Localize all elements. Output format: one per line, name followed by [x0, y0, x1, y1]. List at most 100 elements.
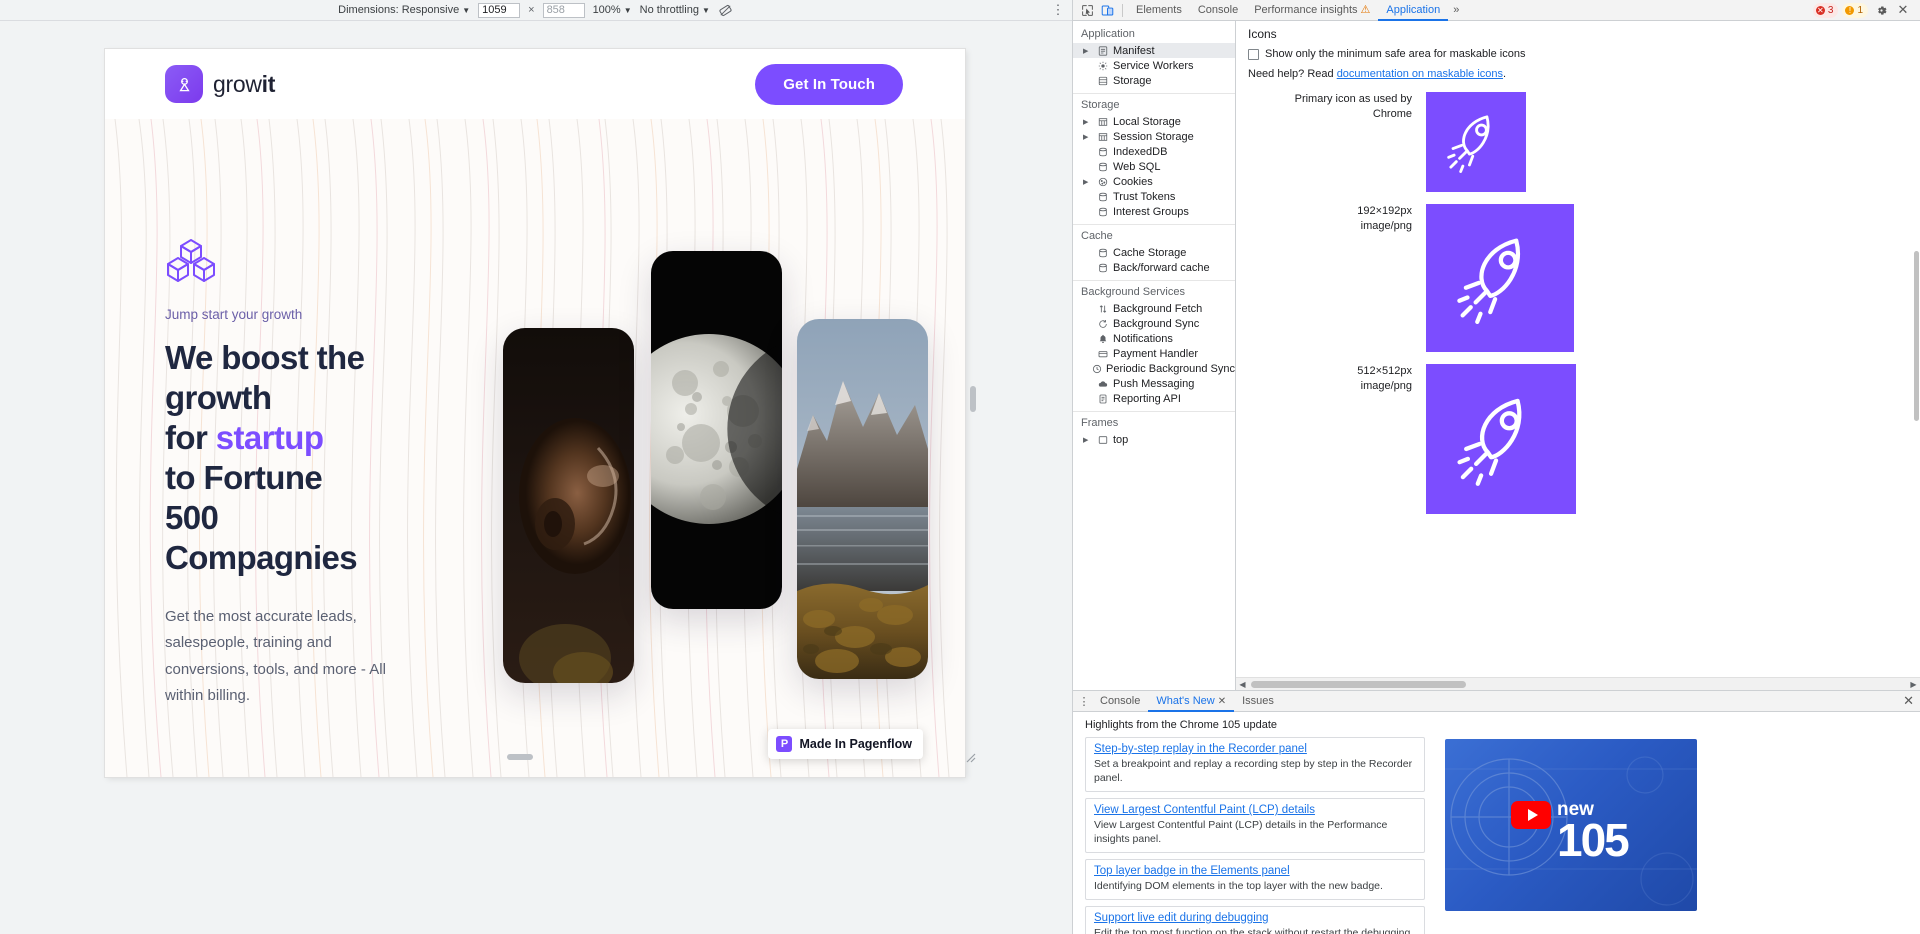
maskable-safe-area-checkbox[interactable]	[1248, 48, 1259, 60]
sidebar-item-push-messaging[interactable]: Push Messaging	[1073, 376, 1235, 391]
drawer-tab-issues[interactable]: Issues	[1234, 691, 1282, 712]
sidebar-section-cache: Cache Cache Storage Back/forward cache	[1073, 225, 1235, 275]
whats-new-card-title[interactable]: Support live edit during debugging	[1094, 912, 1416, 924]
dimensions-dropdown[interactable]: Dimensions: Responsive ▼	[338, 4, 470, 16]
more-vertical-icon[interactable]: ⋮	[1076, 695, 1092, 708]
chevron-right-icon[interactable]: ▶	[1083, 133, 1092, 141]
icon-entry-512: 512×512px image/png	[1248, 364, 1912, 514]
sidebar-item-session-storage[interactable]: ▶ Session Storage	[1073, 129, 1235, 144]
whats-new-card-desc: Edit the top most function on the stack …	[1094, 927, 1414, 934]
brand-name: growit	[213, 71, 275, 98]
panel-horizontal-scroll-thumb[interactable]	[1251, 680, 1466, 688]
sidebar-item-background-sync[interactable]: Background Sync	[1073, 316, 1235, 331]
whats-new-card-title[interactable]: Top layer badge in the Elements panel	[1094, 865, 1416, 877]
sidebar-item-manifest[interactable]: ▶ Manifest	[1073, 43, 1235, 58]
sidebar-item-web-sql[interactable]: Web SQL	[1073, 159, 1235, 174]
rotate-icon[interactable]	[718, 2, 734, 18]
panel-vertical-scroll-thumb[interactable]	[1914, 251, 1919, 421]
made-in-pagenflow-badge[interactable]: P Made In Pagenflow	[768, 729, 923, 759]
hero-headline: We boost the growth for startup to Fortu…	[165, 338, 495, 578]
viewport-corner-resize-handle[interactable]	[966, 752, 976, 763]
scroll-left-icon[interactable]: ◀	[1236, 680, 1249, 689]
maskable-icons-doc-link[interactable]: documentation on maskable icons	[1337, 68, 1503, 80]
scroll-right-icon[interactable]: ▶	[1907, 680, 1920, 689]
drawer-close-button[interactable]: ✕	[1903, 693, 1920, 709]
maskable-safe-area-checkbox-row[interactable]: Show only the minimum safe area for mask…	[1248, 48, 1912, 60]
rocket-icon	[1426, 92, 1526, 192]
whats-new-card-title[interactable]: View Largest Contentful Paint (LCP) deta…	[1094, 804, 1416, 816]
get-in-touch-button[interactable]: Get In Touch	[755, 63, 903, 105]
updown-arrow-icon	[1096, 304, 1109, 314]
throttling-dropdown[interactable]: No throttling ▼	[640, 4, 710, 16]
sidebar-item-local-storage[interactable]: ▶ Local Storage	[1073, 114, 1235, 129]
drawer-tab-whats-new[interactable]: What's New ✕	[1148, 691, 1234, 712]
close-icon[interactable]: ✕	[1894, 1, 1912, 19]
panel-horizontal-scrollbar[interactable]: ◀ ▶	[1236, 677, 1920, 690]
gear-icon[interactable]	[1872, 1, 1890, 19]
whats-new-video-thumbnail[interactable]: new 105	[1445, 739, 1697, 911]
error-count-badge[interactable]: ✕ 3	[1812, 2, 1839, 18]
drawer-tab-console[interactable]: Console	[1092, 691, 1148, 712]
sidebar-item-cache-storage[interactable]: Cache Storage	[1073, 245, 1235, 260]
warning-icon: ⚠	[1360, 3, 1371, 16]
chevron-right-icon[interactable]: ▶	[1083, 178, 1092, 186]
application-sidebar: Application ▶ Manifest Service Workers S…	[1073, 21, 1236, 690]
more-tabs-icon[interactable]: »	[1448, 4, 1464, 16]
zoom-label: 100%	[592, 4, 621, 16]
sidebar-item-periodic-background-sync[interactable]: Periodic Background Sync	[1073, 361, 1235, 376]
sidebar-item-reporting-api[interactable]: Reporting API	[1073, 391, 1235, 406]
panel-vertical-scrollbar[interactable]	[1913, 21, 1920, 677]
chevron-right-icon[interactable]: ▶	[1083, 118, 1092, 126]
error-icon: ✕	[1815, 5, 1825, 15]
more-vertical-icon[interactable]: ⋮	[1050, 2, 1066, 18]
sidebar-item-notifications[interactable]: Notifications	[1073, 331, 1235, 346]
devtools-tabbar: Elements Console Performance insights ⚠ A…	[1073, 0, 1920, 21]
whats-new-card-title[interactable]: Step-by-step replay in the Recorder pane…	[1094, 743, 1416, 755]
headline-line-3-prefix: for	[165, 418, 216, 456]
sidebar-item-interest-groups[interactable]: Interest Groups	[1073, 204, 1235, 219]
hero-image-portrait	[503, 328, 634, 683]
chevron-right-icon[interactable]: ▶	[1083, 47, 1092, 55]
brand-logo[interactable]: growit	[165, 65, 275, 103]
zoom-dropdown[interactable]: 100% ▼	[593, 4, 632, 16]
sidebar-item-back-forward-cache[interactable]: Back/forward cache	[1073, 260, 1235, 275]
close-icon[interactable]: ✕	[1218, 696, 1226, 707]
viewport-height-input[interactable]: 858	[542, 2, 585, 18]
sidebar-item-indexeddb[interactable]: IndexedDB	[1073, 144, 1235, 159]
icon-entry-192: 192×192px image/png	[1248, 204, 1912, 352]
whats-new-card[interactable]: Support live edit during debugging Edit …	[1085, 906, 1425, 934]
viewport-width-resize-handle[interactable]	[970, 386, 976, 412]
whats-new-card-desc: View Largest Contentful Paint (LCP) deta…	[1094, 819, 1388, 845]
tab-application[interactable]: Application	[1378, 0, 1448, 21]
manifest-icon	[1096, 45, 1109, 56]
panel-horizontal-scroll-track[interactable]	[1249, 678, 1907, 691]
whats-new-card[interactable]: Step-by-step replay in the Recorder pane…	[1085, 737, 1425, 792]
sidebar-item-top-frame[interactable]: ▶ top	[1073, 432, 1235, 447]
viewport-width-input[interactable]: 1059	[478, 2, 521, 18]
sidebar-item-service-workers[interactable]: Service Workers	[1073, 58, 1235, 73]
database-icon	[1096, 248, 1109, 258]
icon-meta-line2: image/png	[1360, 380, 1412, 392]
cloud-icon	[1096, 379, 1109, 389]
warning-count-badge[interactable]: ! 1	[1842, 2, 1868, 18]
sidebar-item-background-fetch[interactable]: Background Fetch	[1073, 301, 1235, 316]
sidebar-item-storage[interactable]: Storage	[1073, 73, 1235, 88]
sidebar-item-cookies[interactable]: ▶ Cookies	[1073, 174, 1235, 189]
chevron-right-icon[interactable]: ▶	[1083, 436, 1092, 444]
device-mode-viewport-pane: Dimensions: Responsive ▼ 1059 × 858 100% ▼…	[0, 0, 1073, 934]
tab-performance-insights-label: Performance insights	[1254, 3, 1358, 16]
tab-elements[interactable]: Elements	[1128, 0, 1190, 21]
sidebar-item-label: Reporting API	[1113, 392, 1181, 405]
tab-console[interactable]: Console	[1190, 0, 1246, 21]
device-toolbar-icon[interactable]	[1097, 1, 1117, 19]
sidebar-item-payment-handler[interactable]: Payment Handler	[1073, 346, 1235, 361]
tab-performance-insights[interactable]: Performance insights ⚠	[1246, 0, 1378, 21]
whats-new-card[interactable]: View Largest Contentful Paint (LCP) deta…	[1085, 798, 1425, 853]
sidebar-section-application: Application ▶ Manifest Service Workers S…	[1073, 23, 1235, 88]
sidebar-item-label: Storage	[1113, 74, 1152, 87]
sidebar-item-label: Trust Tokens	[1113, 190, 1176, 203]
whats-new-card[interactable]: Top layer badge in the Elements panel Id…	[1085, 859, 1425, 900]
inspect-cursor-icon[interactable]	[1077, 1, 1097, 19]
hero-paragraph: Get the most accurate leads, salespeople…	[165, 607, 386, 705]
sidebar-item-trust-tokens[interactable]: Trust Tokens	[1073, 189, 1235, 204]
